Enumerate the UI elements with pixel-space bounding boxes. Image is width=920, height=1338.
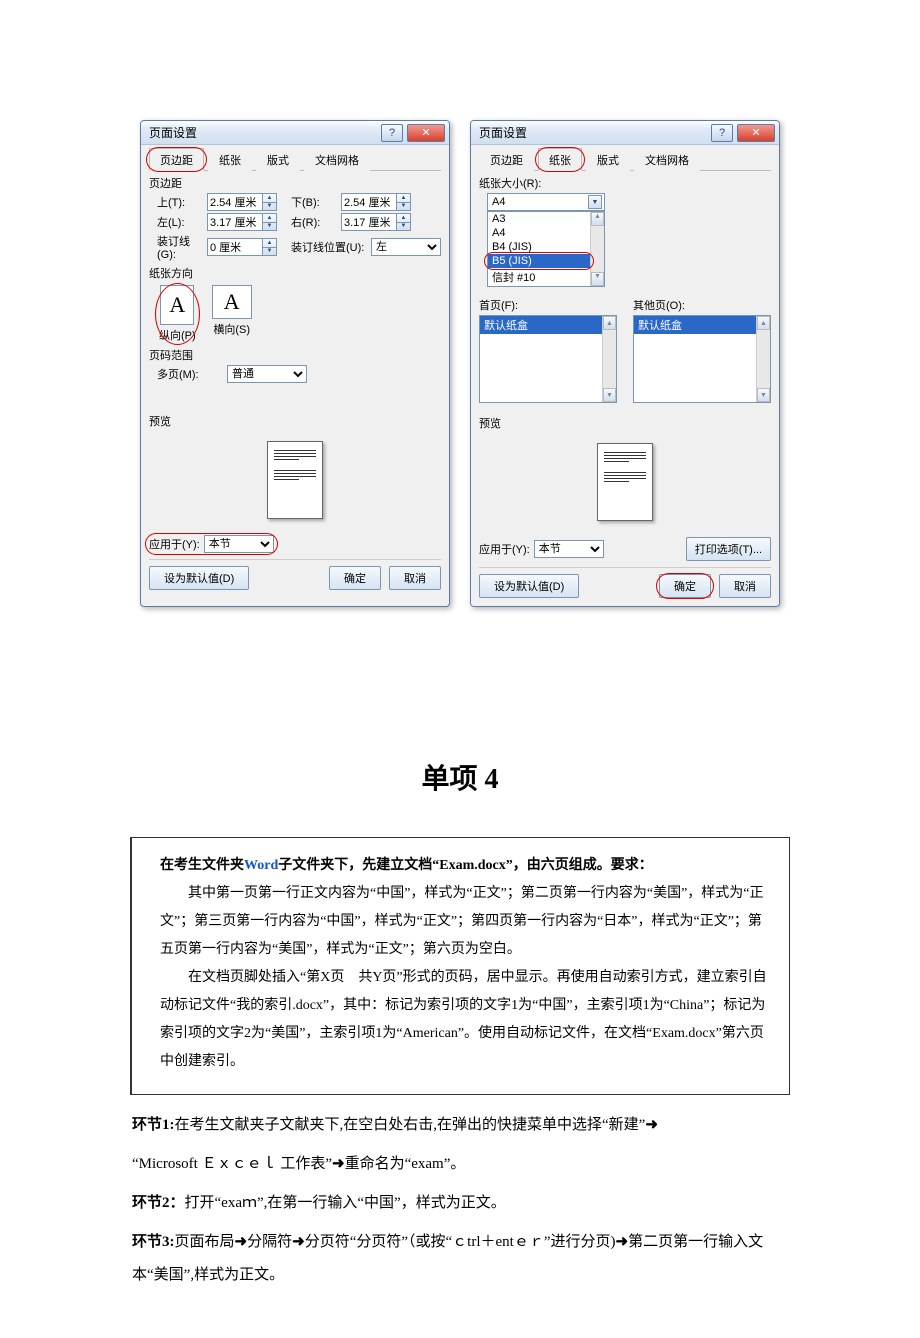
instruction-header: 在考生文件夹Word子文件夹下，先建立文档“Exam.docx”，由六页组成。要… (160, 852, 771, 880)
landscape-icon: A (212, 285, 252, 319)
titlebar: 页面设置 ? ✕ (471, 121, 779, 145)
cancel-button[interactable]: 取消 (719, 574, 771, 598)
tab-margins[interactable]: 页边距 (479, 148, 534, 171)
page-setup-dialog-paper: 页面设置 ? ✕ 页边距 纸张 版式 文档网格 纸张大小(R): A4 ▼ (470, 120, 780, 607)
preview-page-icon (597, 443, 653, 521)
window-buttons: ? ✕ (381, 124, 445, 142)
apply-select[interactable]: 本节 (534, 540, 604, 558)
paper-option-selected[interactable]: B5 (JIS) (488, 254, 590, 268)
help-icon[interactable]: ? (381, 124, 403, 142)
scrollbar[interactable]: ▲▼ (602, 316, 616, 402)
apply-label: 应用于(Y): (149, 536, 200, 552)
left-label: 左(L): (157, 214, 203, 230)
ok-button[interactable]: 确定 (659, 574, 711, 598)
step-2: 环节2：打开“exaｍ”,在第一行输入“中国”，样式为正文。 (132, 1187, 788, 1220)
default-button[interactable]: 设为默认值(D) (149, 566, 249, 590)
preview-page-icon (267, 441, 323, 519)
right-label: 右(R): (291, 214, 337, 230)
instruction-box: 在考生文件夹Word子文件夹下，先建立文档“Exam.docx”，由六页组成。要… (130, 837, 790, 1095)
tab-docgrid[interactable]: 文档网格 (304, 148, 370, 171)
window-buttons: ? ✕ (711, 124, 775, 142)
gutter-pos-label: 装订线位置(U): (291, 239, 367, 255)
print-options-button[interactable]: 打印选项(T)... (686, 537, 771, 561)
other-page-label: 其他页(O): (633, 297, 771, 313)
portrait-icon: A (160, 285, 194, 325)
paper-size-value: A4 (492, 196, 505, 208)
preview-label: 预览 (149, 413, 441, 429)
ok-button[interactable]: 确定 (329, 566, 381, 590)
tab-margins[interactable]: 页边距 (149, 148, 204, 171)
list-item[interactable]: 默认纸盒 (480, 316, 616, 334)
preview-label: 预览 (479, 415, 771, 431)
list-item[interactable]: 默认纸盒 (634, 316, 770, 334)
tab-paper[interactable]: 纸张 (538, 148, 582, 171)
close-icon[interactable]: ✕ (737, 124, 775, 142)
instruction-p1: 其中第一页第一行正文内容为“中国”，样式为“正文”；第二页第一行内容为“美国”，… (160, 880, 771, 964)
apply-select[interactable]: 本节 (204, 535, 274, 553)
tab-paper[interactable]: 纸张 (208, 148, 252, 171)
paper-option[interactable]: A3 (488, 212, 590, 226)
other-page-listbox[interactable]: 默认纸盒 ▲▼ (633, 315, 771, 403)
orientation-portrait[interactable]: A 纵向(P) (159, 285, 196, 343)
cancel-button[interactable]: 取消 (389, 566, 441, 590)
landscape-label: 横向(S) (213, 321, 250, 337)
gutter-label: 装订线(G): (157, 233, 203, 261)
steps-text: 环节1:在考生文献夹子文献夹下,在空白处右击,在弹出的快捷菜单中选择“新建”➜ … (130, 1109, 790, 1292)
titlebar: 页面设置 ? ✕ (141, 121, 449, 145)
step-1-cont: “Microsoft Ｅｘｃｅｌ 工作表”➜重命名为“exam”。 (132, 1148, 788, 1181)
chevron-down-icon: ▼ (588, 195, 602, 209)
scrollbar[interactable]: ▲▼ (756, 316, 770, 402)
step-3: 环节3:页面布局➜分隔符➜分页符“分页符”（或按“ｃtrl＋entｅｒ”进行分页… (132, 1226, 788, 1292)
top-label: 上(T): (157, 194, 203, 210)
right-input[interactable]: ▲▼ (341, 213, 411, 231)
paper-size-combo[interactable]: A4 ▼ (487, 193, 605, 211)
default-button[interactable]: 设为默认值(D) (479, 574, 579, 598)
top-input[interactable]: ▲▼ (207, 193, 277, 211)
bottom-label: 下(B): (291, 194, 337, 210)
first-page-label: 首页(F): (479, 297, 617, 313)
left-input[interactable]: ▲▼ (207, 213, 277, 231)
dialogs-row: 页面设置 ? ✕ 页边距 纸张 版式 文档网格 页边距 上(T): ▲▼ (130, 120, 790, 607)
help-icon[interactable]: ? (711, 124, 733, 142)
dialog-title: 页面设置 (479, 124, 527, 141)
tab-layout[interactable]: 版式 (586, 148, 630, 171)
page-setup-dialog-margins: 页面设置 ? ✕ 页边距 纸张 版式 文档网格 页边距 上(T): ▲▼ (140, 120, 450, 607)
tab-layout[interactable]: 版式 (256, 148, 300, 171)
gutter-input[interactable]: ▲▼ (207, 238, 277, 256)
tab-docgrid[interactable]: 文档网格 (634, 148, 700, 171)
range-group-label: 页码范围 (149, 347, 441, 363)
close-icon[interactable]: ✕ (407, 124, 445, 142)
bottom-input[interactable]: ▲▼ (341, 193, 411, 211)
orient-group-label: 纸张方向 (149, 265, 441, 281)
tabstrip: 页边距 纸张 版式 文档网格 (479, 147, 771, 171)
instruction-p2: 在文档页脚处插入“第X页 共Y页”形式的页码，居中显示。再使用自动索引方式，建立… (160, 964, 771, 1076)
preview-area (479, 433, 771, 535)
paper-option[interactable]: A4 (488, 226, 590, 240)
paper-option[interactable]: B4 (JIS) (488, 240, 590, 254)
tabstrip: 页边距 纸张 版式 文档网格 (149, 147, 441, 171)
preview-area (149, 431, 441, 533)
paper-size-dropdown-list[interactable]: A3 A4 B4 (JIS) B5 (JIS) 信封 #10 ▲ ▼ (487, 211, 605, 287)
section-title: 单项 4 (130, 757, 790, 797)
first-page-listbox[interactable]: 默认纸盒 ▲▼ (479, 315, 617, 403)
step-1: 环节1:在考生文献夹子文献夹下,在空白处右击,在弹出的快捷菜单中选择“新建”➜ (132, 1109, 788, 1142)
paper-size-label: 纸张大小(R): (479, 175, 771, 191)
dialog-title: 页面设置 (149, 124, 197, 141)
apply-label: 应用于(Y): (479, 541, 530, 557)
multipage-label: 多页(M): (157, 366, 203, 382)
gutter-pos-select[interactable]: 左 (371, 238, 441, 256)
paper-option[interactable]: 信封 #10 (488, 268, 590, 286)
margins-group-label: 页边距 (149, 175, 441, 191)
portrait-label: 纵向(P) (159, 327, 196, 343)
multipage-select[interactable]: 普通 (227, 365, 307, 383)
orientation-landscape[interactable]: A 横向(S) (212, 285, 252, 343)
